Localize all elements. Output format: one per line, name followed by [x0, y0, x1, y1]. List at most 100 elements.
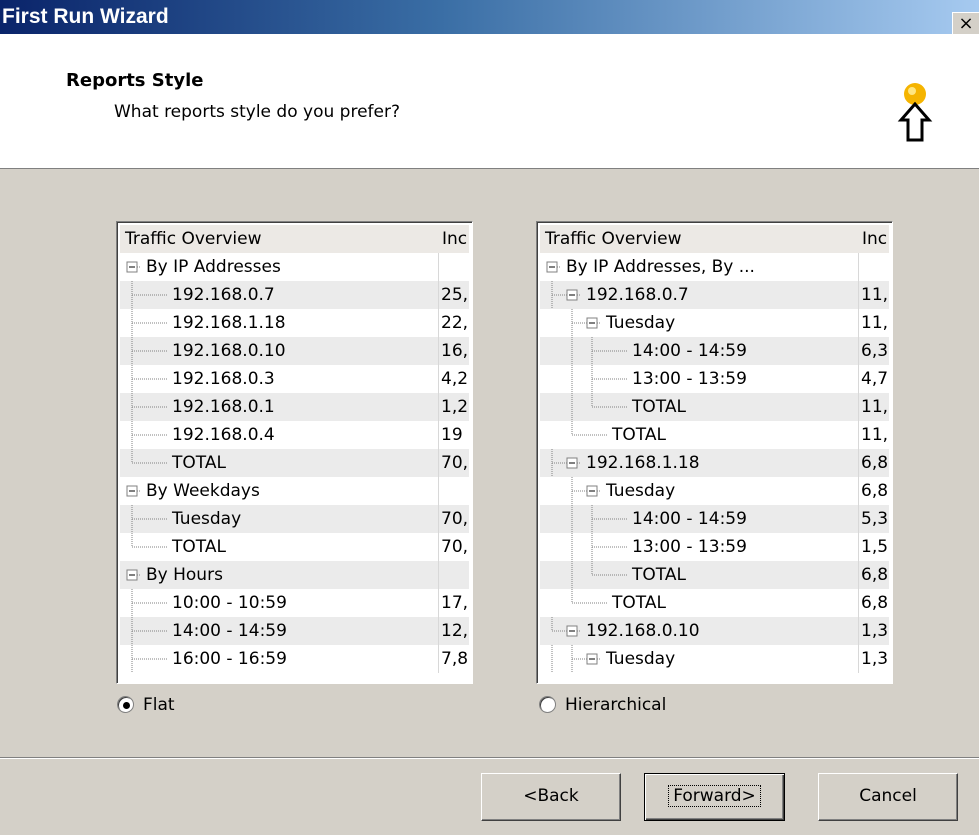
tree-row[interactable]: 192.168.0.10 16, — [120, 337, 469, 365]
tree-row-label: 14:00 - 14:59 — [632, 341, 747, 361]
tree-row[interactable]: 192.168.0.7 11, — [540, 281, 889, 309]
tree-row[interactable]: By Hours — [120, 561, 469, 589]
tree-row-value: 11, — [858, 281, 889, 309]
tree-row[interactable]: 192.168.0.1 1,2 — [120, 393, 469, 421]
tree-row-value: 11, — [858, 421, 889, 449]
flat-radio-label[interactable]: Flat — [143, 694, 175, 716]
tree-row-value: 4,7 — [858, 365, 889, 393]
tree-row-value: 17, — [438, 589, 469, 617]
tree-row[interactable]: TOTAL 70, — [120, 533, 469, 561]
hierarchical-radio-circle[interactable] — [539, 696, 556, 713]
tree-row[interactable]: TOTAL 11, — [540, 421, 889, 449]
tree-row-label: TOTAL — [172, 537, 226, 557]
tree-row[interactable]: 192.168.0.4 19 — [120, 421, 469, 449]
tree-row-value: 5,3 — [858, 505, 889, 533]
tree-row-value — [858, 253, 889, 281]
tree-row[interactable]: 192.168.0.3 4,2 — [120, 365, 469, 393]
page-title: Reports Style — [66, 70, 204, 91]
tree-row-value: 6,8 — [858, 589, 889, 617]
tree-row[interactable]: 14:00 - 14:59 12, — [120, 617, 469, 645]
tree-row[interactable]: 192.168.0.7 25, — [120, 281, 469, 309]
tree-row[interactable]: TOTAL 11, — [540, 393, 889, 421]
tree-row-value: 7,8 — [438, 645, 469, 673]
tree-row[interactable]: TOTAL 6,8 — [540, 561, 889, 589]
tree-row-label: 192.168.0.10 — [172, 341, 286, 361]
column-header-name[interactable]: Traffic Overview — [125, 225, 262, 253]
tree-row-label: 192.168.0.1 — [172, 397, 275, 417]
tree-row-value: 6,8 — [858, 561, 889, 589]
tree-row-label: 192.168.1.18 — [172, 313, 286, 333]
tree-row-value: 25, — [438, 281, 469, 309]
tree-row-label: 192.168.1.18 — [586, 453, 700, 473]
tree-row[interactable]: 14:00 - 14:59 6,3 — [540, 337, 889, 365]
close-icon: × — [958, 13, 974, 34]
tree-row-label: Tuesday — [606, 313, 676, 333]
tree-row-label: TOTAL — [632, 565, 686, 585]
tree-row[interactable]: 13:00 - 13:59 4,7 — [540, 365, 889, 393]
tree-row-label: By IP Addresses — [146, 257, 281, 277]
tree-row-value: 6,8 — [858, 449, 889, 477]
tree-row-value: 11, — [858, 393, 889, 421]
forward-button-label: Forward> — [668, 785, 761, 807]
tree-row-value: 1,3 — [858, 617, 889, 645]
tree-row[interactable]: 13:00 - 13:59 1,5 — [540, 533, 889, 561]
back-button[interactable]: <Back — [481, 773, 621, 821]
tree-row[interactable]: 192.168.1.18 22, — [120, 309, 469, 337]
tree-row-label: 10:00 - 10:59 — [172, 593, 287, 613]
flat-radio-circle[interactable] — [117, 696, 134, 713]
window-title: First Run Wizard — [2, 5, 169, 28]
tree-row[interactable]: By IP Addresses — [120, 253, 469, 281]
column-header-row: Traffic Overview Inc — [120, 225, 469, 253]
tree-row-value: 12, — [438, 617, 469, 645]
tree-row-value — [438, 253, 469, 281]
tree-row-value: 19 — [438, 421, 469, 449]
tree-row[interactable]: By Weekdays — [120, 477, 469, 505]
tree-row-label: Tuesday — [606, 481, 676, 501]
tree-row[interactable]: 10:00 - 10:59 17, — [120, 589, 469, 617]
tree-row[interactable]: 192.168.1.18 6,8 — [540, 449, 889, 477]
tree-row[interactable]: Tuesday 1,3 — [540, 645, 889, 673]
tree-row-label: 13:00 - 13:59 — [632, 369, 747, 389]
footer-separator — [0, 757, 979, 759]
tree-row-label: Tuesday — [606, 649, 676, 669]
tree-row-value: 16, — [438, 337, 469, 365]
tree-row-value: 11, — [858, 309, 889, 337]
column-header-value[interactable]: Inc — [858, 225, 889, 253]
tree-row-label: TOTAL — [172, 453, 226, 473]
tree-row-label: 13:00 - 13:59 — [632, 537, 747, 557]
tree-row-value — [438, 477, 469, 505]
flat-preview-list[interactable]: Traffic Overview Inc By IP Addresses 192.16… — [116, 221, 473, 684]
tree-row-label: By Weekdays — [146, 481, 260, 501]
tree-row-value: 22, — [438, 309, 469, 337]
tree-row-label: 192.168.0.7 — [586, 285, 689, 305]
tree-row-label: 14:00 - 14:59 — [632, 509, 747, 529]
tree-row-value: 1,3 — [858, 645, 889, 673]
wizard-header: Reports Style What reports style do you … — [0, 34, 979, 169]
tree-row[interactable]: Tuesday 6,8 — [540, 477, 889, 505]
hierarchical-preview-list[interactable]: Traffic Overview Inc By IP Addresses, By .… — [536, 221, 893, 684]
column-header-value[interactable]: Inc — [438, 225, 469, 253]
tree-row[interactable]: 14:00 - 14:59 5,3 — [540, 505, 889, 533]
tree-row-label: 192.168.0.3 — [172, 369, 275, 389]
tree-row[interactable]: Tuesday 11, — [540, 309, 889, 337]
column-header-row: Traffic Overview Inc — [540, 225, 889, 253]
tree-row-label: TOTAL — [612, 425, 666, 445]
tree-row[interactable]: TOTAL 6,8 — [540, 589, 889, 617]
tree-row[interactable]: Tuesday 70, — [120, 505, 469, 533]
tree-row-value: 1,5 — [858, 533, 889, 561]
tree-row-label: 192.168.0.10 — [586, 621, 700, 641]
tree-row-label: 14:00 - 14:59 — [172, 621, 287, 641]
lightbulb-arrow-icon — [897, 83, 933, 142]
hierarchical-radio-label[interactable]: Hierarchical — [565, 694, 666, 716]
tree-row[interactable]: By IP Addresses, By ... — [540, 253, 889, 281]
page-subtitle: What reports style do you prefer? — [114, 102, 400, 122]
tree-row-value: 4,2 — [438, 365, 469, 393]
tree-row-value: 1,2 — [438, 393, 469, 421]
cancel-button[interactable]: Cancel — [818, 773, 958, 821]
forward-button[interactable]: Forward> — [644, 773, 785, 821]
tree-row[interactable]: 16:00 - 16:59 7,8 — [120, 645, 469, 673]
tree-row[interactable]: TOTAL 70, — [120, 449, 469, 477]
tree-row-value — [438, 561, 469, 589]
tree-row[interactable]: 192.168.0.10 1,3 — [540, 617, 889, 645]
column-header-name[interactable]: Traffic Overview — [545, 225, 682, 253]
